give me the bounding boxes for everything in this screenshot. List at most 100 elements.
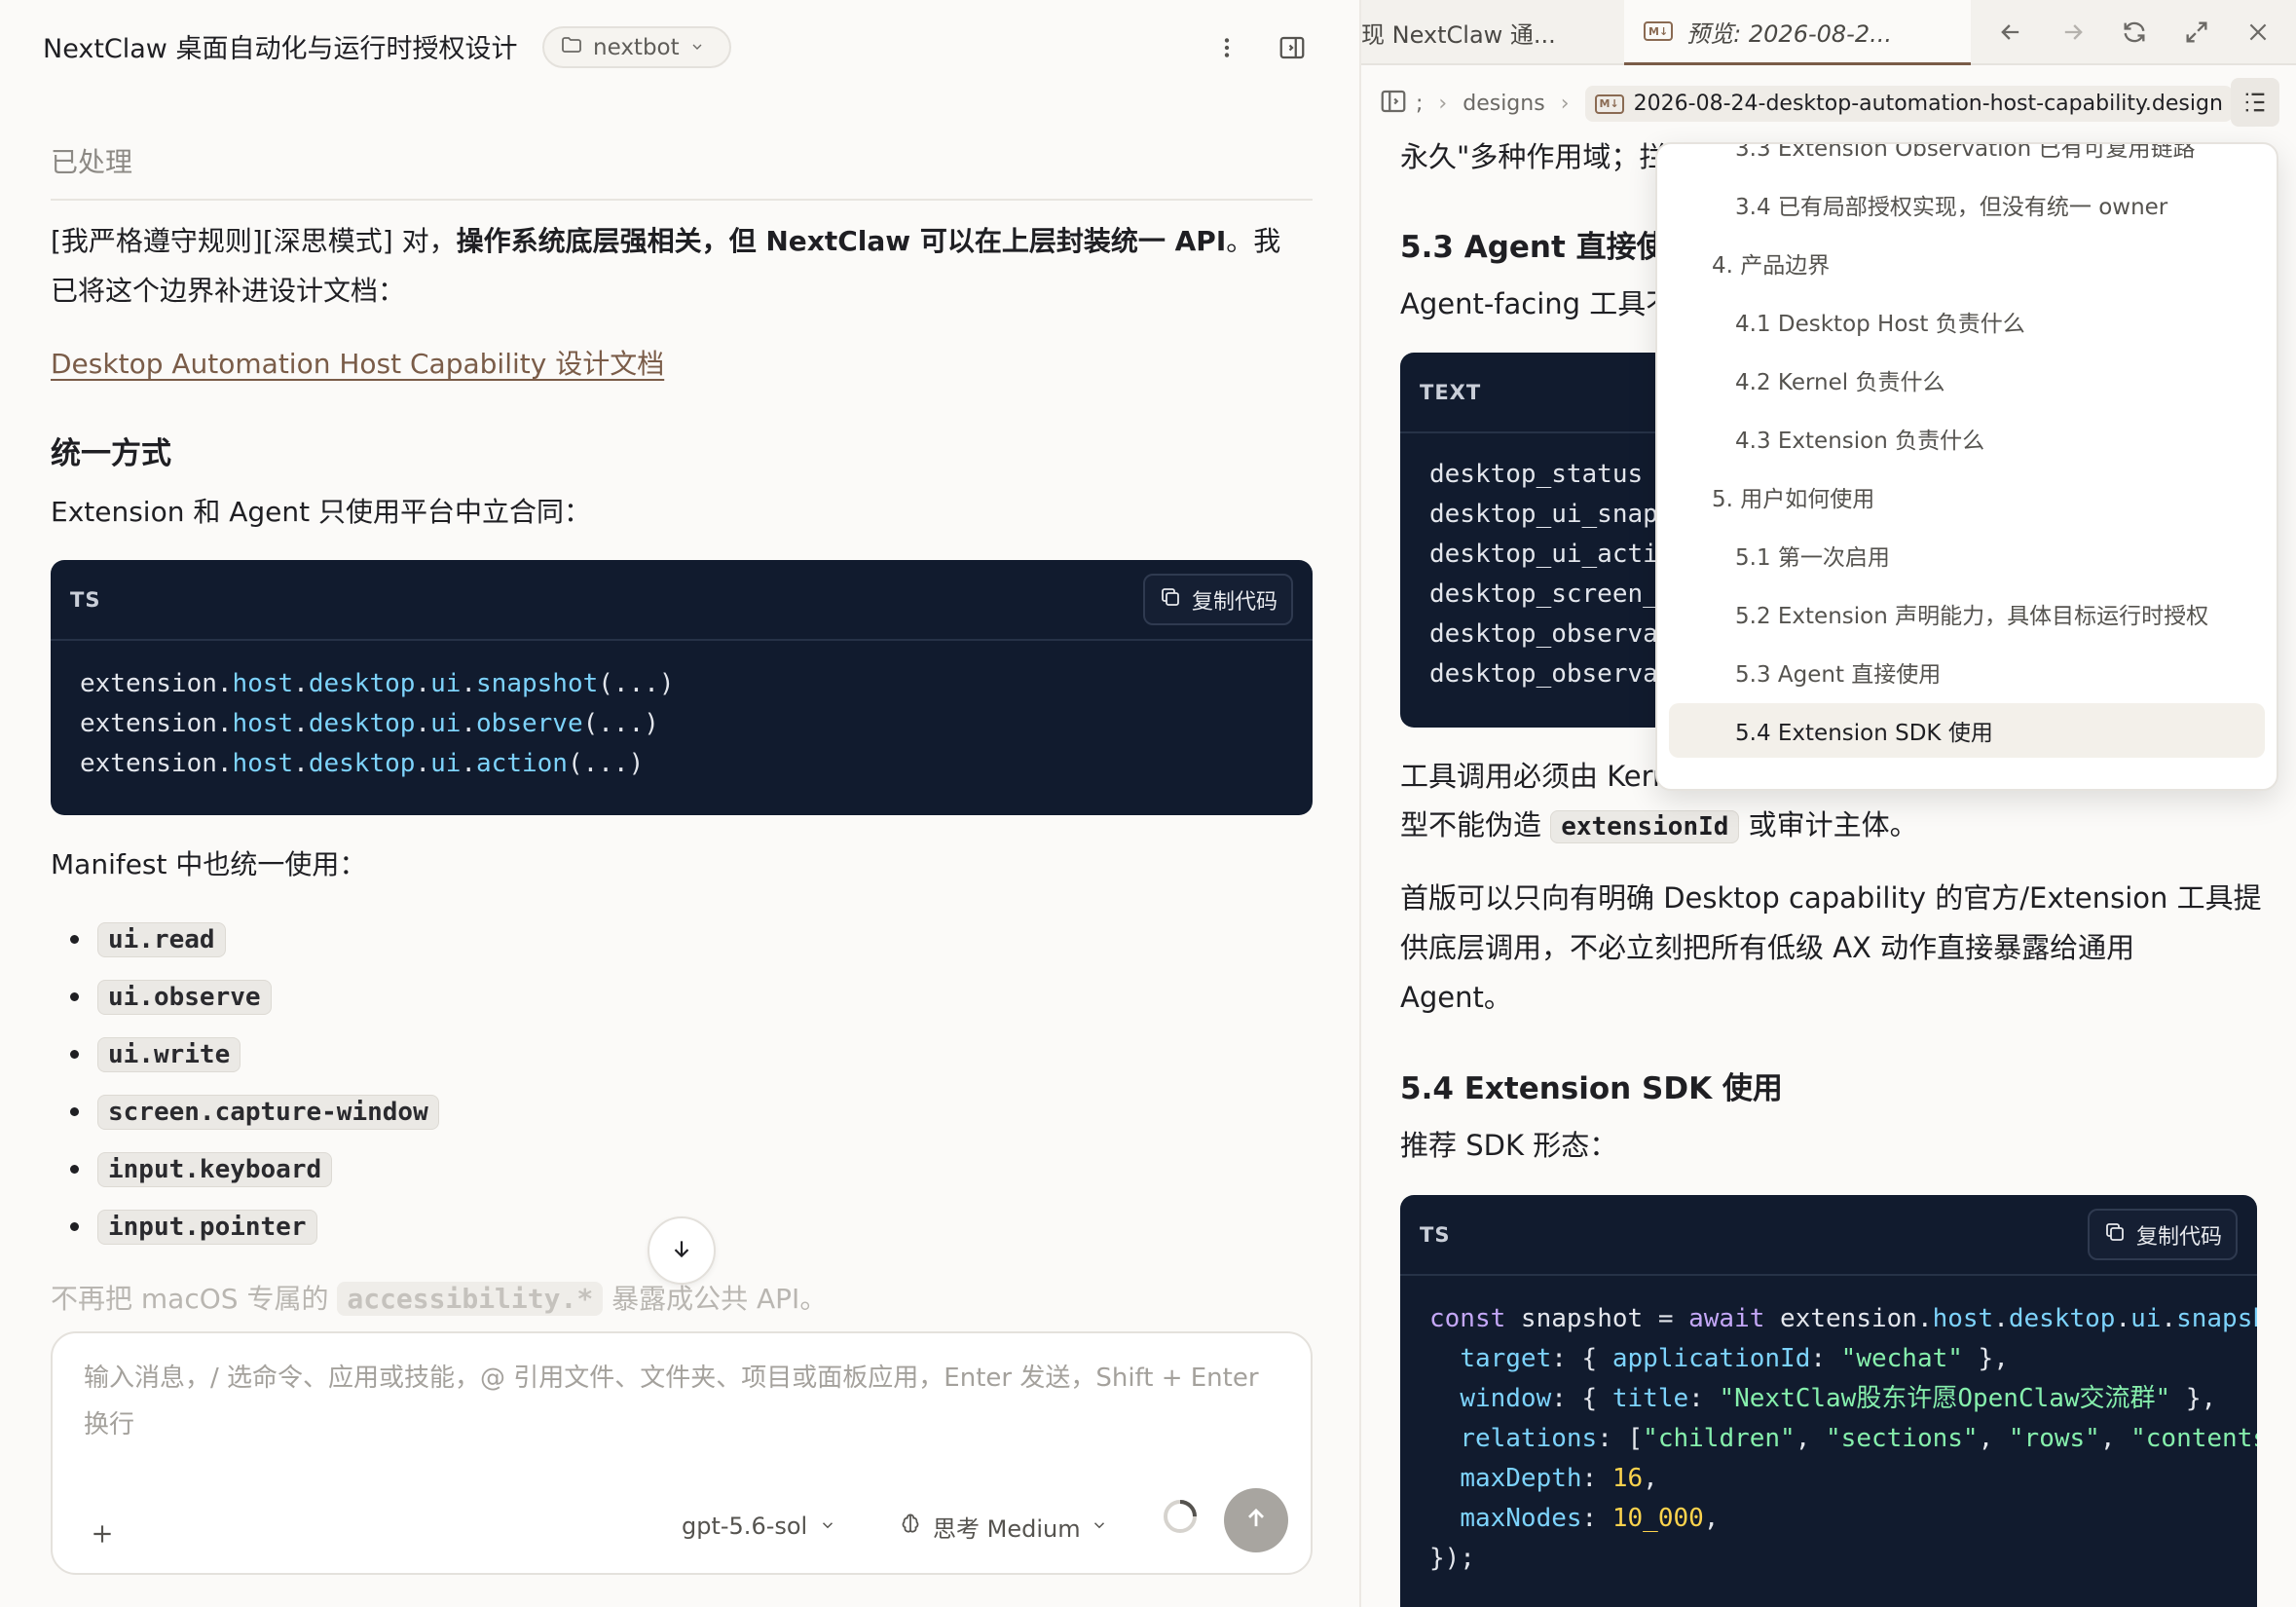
- chevron-down-icon: [1091, 1513, 1108, 1540]
- toc-item[interactable]: 4. 产品边界: [1669, 236, 2265, 290]
- breadcrumb: ; › designs › M↓ 2026-08-24-desktop-auto…: [1361, 67, 2296, 140]
- scroll-to-bottom-button[interactable]: [648, 1216, 716, 1285]
- design-doc-link[interactable]: Desktop Automation Host Capability 设计文档: [51, 343, 664, 382]
- message-composer[interactable]: 输入消息，/ 选命令、应用或技能，@ 引用文件、文件夹、项目或面板应用，Ente…: [51, 1331, 1313, 1575]
- code-language: TS: [70, 587, 101, 612]
- list-item: ui.observe: [70, 968, 439, 1026]
- copy-code-button[interactable]: 复制代码: [2087, 1209, 2238, 1260]
- chevron-right-icon: ›: [1560, 92, 1570, 116]
- doc-heading-5-4: 5.4 Extension SDK 使用: [1400, 1071, 1783, 1106]
- intro-suffix: 。我: [1226, 225, 1281, 257]
- permission-code: ui.write: [97, 1036, 241, 1072]
- doc-text: 型不能伪造 extensionId 或审计主体。: [1400, 801, 1918, 852]
- toc-item[interactable]: 4.1 Desktop Host 负责什么: [1669, 294, 2265, 349]
- plus-icon[interactable]: [90, 1516, 115, 1555]
- message-input[interactable]: 输入消息，/ 选命令、应用或技能，@ 引用文件、文件夹、项目或面板应用，Ente…: [84, 1355, 1272, 1448]
- code-line: extension.host.desktop.ui.observe(...): [80, 709, 659, 738]
- toc-item[interactable]: 5. 用户如何使用: [1669, 469, 2265, 524]
- project-name: nextbot: [593, 34, 680, 60]
- toc-item[interactable]: 5.2 Extension 声明能力，具体目标运行时授权: [1669, 586, 2265, 641]
- intro-bold: 操作系统底层强相关，但 NextClaw 可以在上层封装统一 API: [456, 225, 1227, 257]
- breadcrumb-file-name: 2026-08-24-desktop-automation-host-capab…: [1633, 92, 2223, 116]
- breadcrumb-folder[interactable]: designs: [1463, 92, 1544, 116]
- chevron-down-icon: [819, 1513, 836, 1540]
- chat-title: NextClaw 桌面自动化与运行时授权设计: [43, 34, 518, 64]
- arrow-up-icon: [1242, 1505, 1270, 1536]
- tab-preview[interactable]: M↓ 预览: 2026-08-2...: [1624, 0, 1971, 65]
- doc-text: 工具调用必须由 Kerr: [1400, 760, 1664, 793]
- processed-label: 已处理: [51, 146, 133, 178]
- faded-prefix: 不再把 macOS 专属的: [51, 1283, 338, 1315]
- code-line: extension.host.desktop.ui.action(...): [80, 749, 645, 778]
- sidebar-toggle-icon[interactable]: [1379, 87, 1408, 122]
- permission-code: input.keyboard: [97, 1151, 333, 1187]
- markdown-icon: M↓: [1644, 21, 1674, 41]
- code-content: const snapshot = await extension.host.de…: [1429, 1304, 2257, 1573]
- breadcrumb-file[interactable]: M↓ 2026-08-24-desktop-automation-host-ca…: [1584, 86, 2233, 122]
- send-button[interactable]: [1224, 1488, 1288, 1552]
- permission-list: ui.read ui.observe ui.write screen.capture-…: [70, 911, 439, 1255]
- close-icon[interactable]: [2238, 12, 2278, 53]
- assistant-message: [我严格遵守规则][深思模式] 对，操作系统底层强相关，但 NextClaw 可…: [51, 216, 1316, 316]
- intro-line2: 已将这个边界补进设计文档：: [51, 275, 406, 307]
- toc-item[interactable]: 5.3 Agent 直接使用: [1669, 645, 2265, 699]
- toc-list-icon[interactable]: [2231, 78, 2279, 127]
- faded-suffix: 暴露成公共 API。: [603, 1283, 828, 1315]
- model-name: gpt-5.6-sol: [682, 1513, 808, 1540]
- panel-toggle-icon[interactable]: [1274, 29, 1311, 66]
- doc-text: 首版可以只向有明确 Desktop capability 的官方/Extensi…: [1400, 881, 2262, 915]
- expand-icon[interactable]: [2176, 12, 2217, 53]
- folder-icon: [560, 33, 583, 62]
- code-header: TS 复制代码: [1400, 1195, 2257, 1276]
- code-block: TS 复制代码 extension.host.desktop.ui.snapsh…: [51, 560, 1313, 815]
- toc-item[interactable]: 3.3 Extension Observation 已有可复用链路: [1669, 144, 2265, 173]
- doc-heading-5-3: 5.3 Agent 直接使用: [1400, 230, 1697, 265]
- more-vertical-icon[interactable]: [1208, 29, 1245, 66]
- list-item: screen.capture-window: [70, 1083, 439, 1140]
- model-selector[interactable]: gpt-5.6-sol: [682, 1505, 836, 1548]
- tab-label: 预览: 2026-08-2...: [1686, 19, 1892, 48]
- faded-code: accessibility.*: [337, 1282, 604, 1316]
- list-item: input.pointer: [70, 1198, 439, 1255]
- copy-code-button[interactable]: 复制代码: [1142, 574, 1293, 625]
- contract-text: Extension 和 Agent 只使用平台中立合同：: [51, 496, 592, 528]
- project-selector[interactable]: nextbot: [542, 26, 731, 68]
- tab-label: 现 NextClaw 通...: [1361, 21, 1556, 49]
- chevron-down-icon: [689, 35, 705, 60]
- thinking-selector[interactable]: 思考 Medium: [898, 1505, 1108, 1548]
- code-language: TS: [1420, 1222, 1451, 1247]
- toc-item[interactable]: 4.3 Extension 负责什么: [1669, 411, 2265, 466]
- copy-icon: [2103, 1220, 2127, 1250]
- doc-text: 永久"多种作用域；拦: [1400, 140, 1668, 173]
- toc-item[interactable]: 4.2 Kernel 负责什么: [1669, 353, 2265, 407]
- intro-text: [我严格遵守规则][深思模式] 对，: [51, 225, 457, 257]
- toc-item[interactable]: 3.4 已有局部授权实现，但没有统一 owner: [1669, 177, 2265, 232]
- text-fragment: 型不能伪造: [1400, 808, 1551, 841]
- list-item: ui.read: [70, 911, 439, 968]
- code-block-sdk: TS 复制代码 const snapshot = await extension…: [1400, 1195, 2257, 1607]
- section-heading: 统一方式: [51, 436, 171, 471]
- arrow-down-icon: [669, 1236, 694, 1265]
- arrow-right-icon[interactable]: [2053, 12, 2093, 53]
- toc-item[interactable]: 5.1 第一次启用: [1669, 528, 2265, 582]
- permission-code: screen.capture-window: [97, 1094, 439, 1130]
- arrow-left-icon[interactable]: [1990, 12, 2031, 53]
- permission-code: ui.read: [97, 921, 226, 957]
- code-content: extension.host.desktop.ui.snapshot(...) e…: [51, 641, 1313, 807]
- permission-code: ui.observe: [97, 979, 272, 1015]
- breadcrumb-root[interactable]: ;: [1416, 92, 1423, 116]
- table-of-contents-popover: 3.3 Extension Observation 已有可复用链路 3.4 已有局…: [1655, 142, 2278, 791]
- doc-text: Agent-facing 工具不: [1400, 287, 1675, 320]
- list-item: input.keyboard: [70, 1140, 439, 1198]
- code-language: TEXT: [1420, 380, 1482, 404]
- code-header: TS 复制代码: [51, 560, 1313, 641]
- toc-item[interactable]: 5.4 Extension SDK 使用: [1669, 703, 2265, 758]
- refresh-icon[interactable]: [2114, 12, 2155, 53]
- divider: [51, 199, 1313, 201]
- preview-tab-bar: 现 NextClaw 通... M↓ 预览: 2026-08-2...: [1361, 0, 2296, 65]
- tab-chat[interactable]: 现 NextClaw 通...: [1361, 0, 1620, 65]
- permission-code: input.pointer: [97, 1209, 317, 1245]
- copy-icon: [1159, 585, 1182, 615]
- chevron-right-icon: ›: [1438, 92, 1448, 116]
- code-line: extension.host.desktop.ui.snapshot(...): [80, 669, 675, 698]
